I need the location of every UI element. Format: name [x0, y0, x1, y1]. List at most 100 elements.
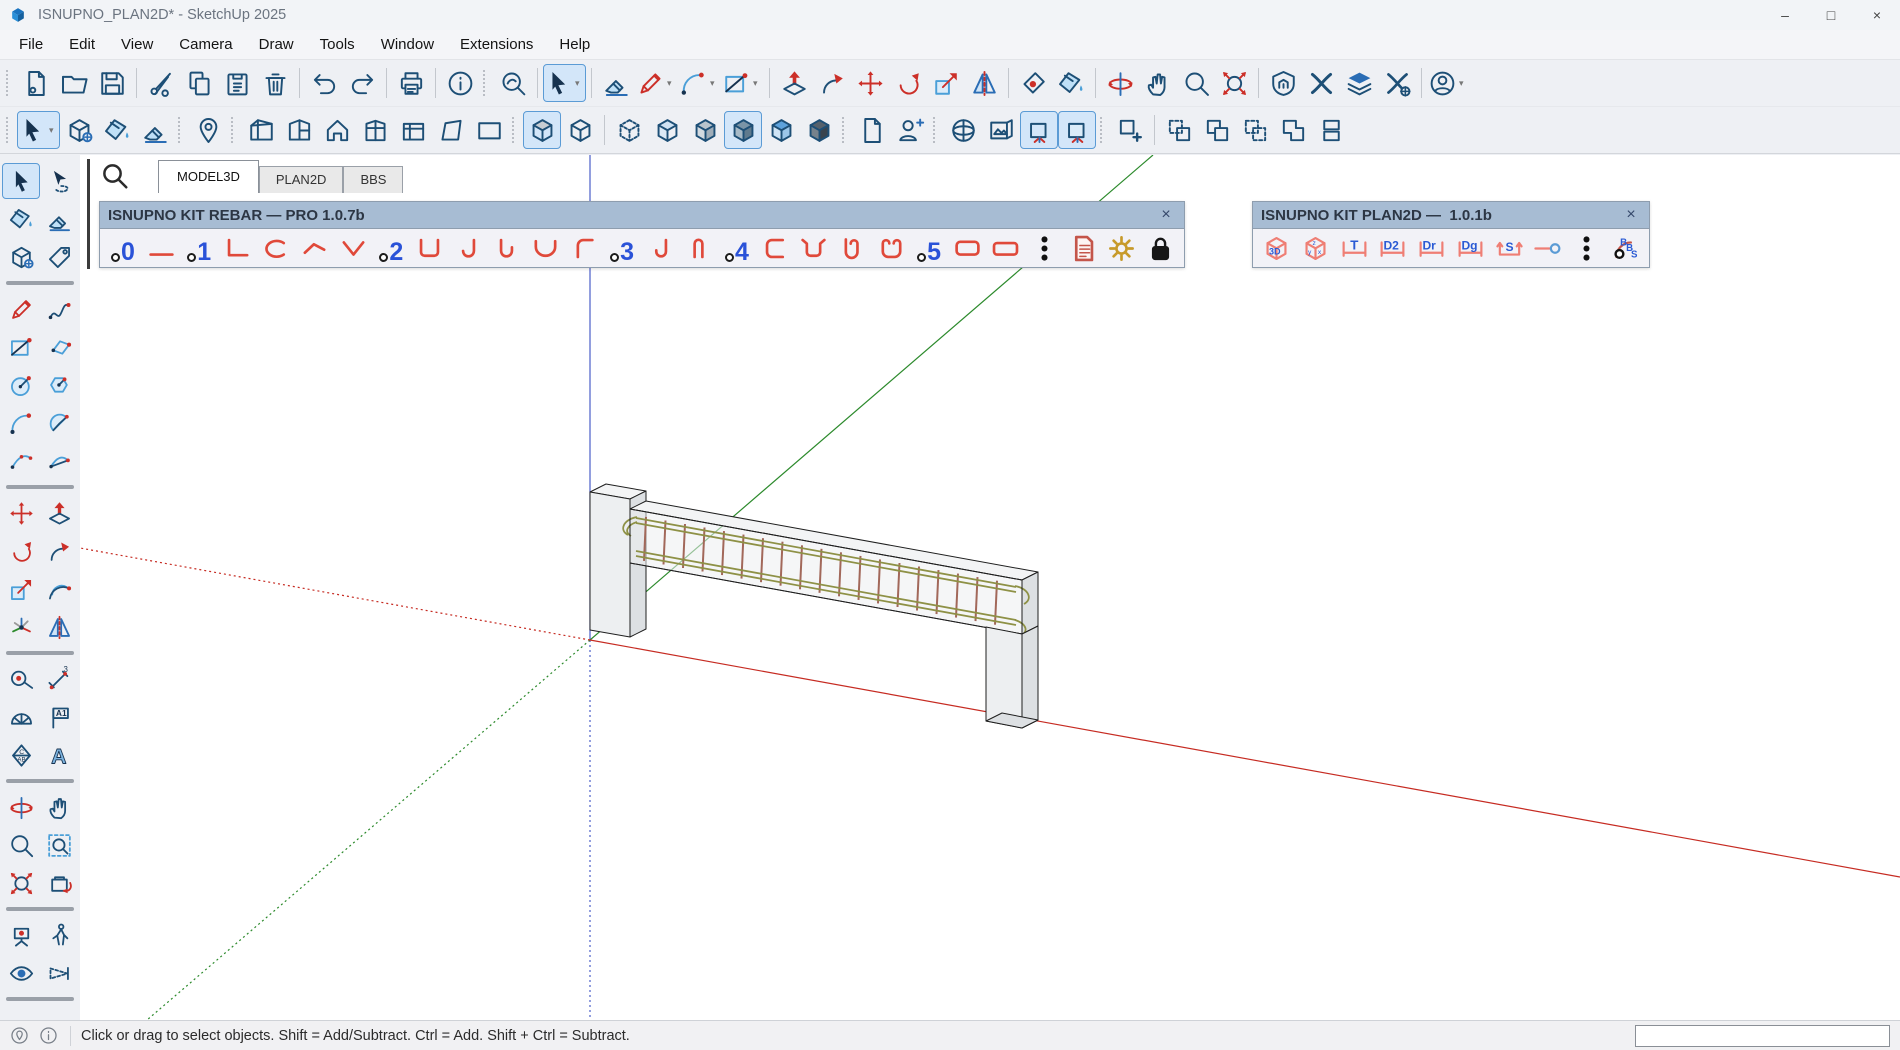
search-model-button[interactable]: [494, 64, 532, 102]
component-button[interactable]: [60, 111, 98, 149]
chevron-down-icon[interactable]: ▾: [1459, 78, 1469, 89]
file-new-button[interactable]: [17, 64, 55, 102]
push-pull-button[interactable]: [775, 64, 813, 102]
rebar-shape-v[interactable]: [338, 232, 369, 264]
geolocation-icon[interactable]: [10, 1026, 29, 1045]
arc-button[interactable]: [2, 405, 40, 441]
plan2d-bbs[interactable]: BBS: [1610, 232, 1641, 264]
group-pair-2-button[interactable]: [1312, 111, 1350, 149]
compass-button[interactable]: CAB: [2, 737, 40, 773]
select-cursor-button[interactable]: ▾: [17, 111, 60, 149]
push-pull-button[interactable]: [40, 495, 78, 531]
move-button[interactable]: [2, 495, 40, 531]
folder-open-button[interactable]: [55, 64, 93, 102]
rebar-shape-u-square[interactable]: [414, 232, 445, 264]
rebar-shape-closed-stirrup-wide[interactable]: [990, 232, 1021, 264]
arc-seg-button[interactable]: [40, 443, 78, 479]
pencil-button[interactable]: [2, 291, 40, 327]
person-add-button[interactable]: [891, 111, 929, 149]
walk-button[interactable]: [40, 917, 78, 953]
section-eye-button[interactable]: [40, 955, 78, 991]
zoom-window-button[interactable]: [40, 827, 78, 863]
cube-shaded-button[interactable]: [686, 111, 724, 149]
copy-button[interactable]: [180, 64, 218, 102]
group-dashed-button[interactable]: [1160, 111, 1198, 149]
undo-button[interactable]: [305, 64, 343, 102]
freehand-button[interactable]: [40, 291, 78, 327]
zoom-button[interactable]: [2, 827, 40, 863]
rebar-shape-bent[interactable]: [299, 232, 330, 264]
eraser-button[interactable]: [597, 64, 635, 102]
tab-model3d[interactable]: MODEL3D: [158, 160, 259, 193]
polygon-plan-button[interactable]: [432, 111, 470, 149]
rebar-type-3[interactable]: 3: [607, 232, 637, 264]
group-add-button[interactable]: [1111, 111, 1149, 149]
close-button[interactable]: ×: [1854, 0, 1900, 30]
extension-x-button[interactable]: [1302, 64, 1340, 102]
plan2d-dim-dr[interactable]: Dr: [1416, 232, 1447, 264]
pos-camera-button[interactable]: [2, 917, 40, 953]
lasso-button[interactable]: [40, 163, 78, 199]
rebar-type-0[interactable]: 0: [108, 232, 138, 264]
menu-view[interactable]: View: [108, 32, 166, 57]
pan-button[interactable]: [1139, 64, 1177, 102]
zoom-button[interactable]: [1177, 64, 1215, 102]
cube-hidden-button[interactable]: [523, 111, 561, 149]
polygon-tool-button[interactable]: [40, 367, 78, 403]
plan2d-line-node[interactable]: [1532, 232, 1563, 264]
rotate-button[interactable]: [2, 533, 40, 569]
rebar-shape-hook-2[interactable]: [491, 232, 522, 264]
axes-globe-button[interactable]: [944, 111, 982, 149]
menu-extensions[interactable]: Extensions: [447, 32, 546, 57]
cube-dashed-button[interactable]: [610, 111, 648, 149]
rebar-type-2[interactable]: 2: [376, 232, 406, 264]
redo-button[interactable]: [343, 64, 381, 102]
page-button[interactable]: [853, 111, 891, 149]
rebar-shape-straight[interactable]: [146, 232, 177, 264]
plan2d-dim-spacing[interactable]: S: [1494, 232, 1525, 264]
menu-file[interactable]: File: [6, 32, 56, 57]
rebar-shape-closed-stirrup[interactable]: [952, 232, 983, 264]
box-pane-button[interactable]: [356, 111, 394, 149]
paint-bucket-button[interactable]: [1052, 64, 1090, 102]
paint-sample-button[interactable]: [1014, 64, 1052, 102]
follow-me-button[interactable]: [40, 533, 78, 569]
select-cursor-button[interactable]: [2, 163, 40, 199]
box-axes-2-button[interactable]: [1058, 111, 1096, 149]
arc-button[interactable]: ▾: [678, 64, 721, 102]
group-pair-dashed-button[interactable]: [1236, 111, 1274, 149]
layers-button[interactable]: [1340, 64, 1378, 102]
plan2d-dim-total[interactable]: T: [1339, 232, 1370, 264]
group-pair-button[interactable]: [1198, 111, 1236, 149]
paint-bucket-button[interactable]: [2, 201, 40, 237]
text-3d-button[interactable]: A: [40, 737, 78, 773]
circle-tool-button[interactable]: [2, 367, 40, 403]
box-image-button[interactable]: [982, 111, 1020, 149]
rotate-button[interactable]: [889, 64, 927, 102]
prev-view-button[interactable]: [40, 865, 78, 901]
box-door-button[interactable]: [280, 111, 318, 149]
shape-rect-button[interactable]: ▾: [721, 64, 764, 102]
tab-bbs[interactable]: BBS: [343, 166, 403, 193]
plan2d-dim-d2[interactable]: D2: [1377, 232, 1408, 264]
close-icon[interactable]: ×: [1621, 206, 1641, 224]
zoom-extents-button[interactable]: [1215, 64, 1253, 102]
rebar-kit-titlebar[interactable]: ISNUPNO KIT REBAR — PRO 1.0.7b ×: [100, 202, 1184, 229]
rebar-type-4[interactable]: 4: [722, 232, 752, 264]
offset-button[interactable]: [40, 571, 78, 607]
save-button[interactable]: [93, 64, 131, 102]
rebar-settings[interactable]: [1106, 232, 1137, 264]
minimize-button[interactable]: –: [1762, 0, 1808, 30]
box-axes-button[interactable]: [1020, 111, 1058, 149]
protractor-button[interactable]: [2, 699, 40, 735]
rebar-more-menu[interactable]: [1029, 232, 1060, 264]
plan2d-3d-view[interactable]: 3D: [1261, 232, 1292, 264]
rebar-shape-l[interactable]: [222, 232, 253, 264]
tag-button[interactable]: [40, 239, 78, 275]
move-button[interactable]: [851, 64, 889, 102]
close-icon[interactable]: ×: [1156, 206, 1176, 224]
plan2d-kit-titlebar[interactable]: ISNUPNO KIT PLAN2D — 1.0.1b ×: [1253, 202, 1649, 229]
paste-button[interactable]: [218, 64, 256, 102]
cube-wire-button[interactable]: [561, 111, 599, 149]
box-flat-button[interactable]: [394, 111, 432, 149]
